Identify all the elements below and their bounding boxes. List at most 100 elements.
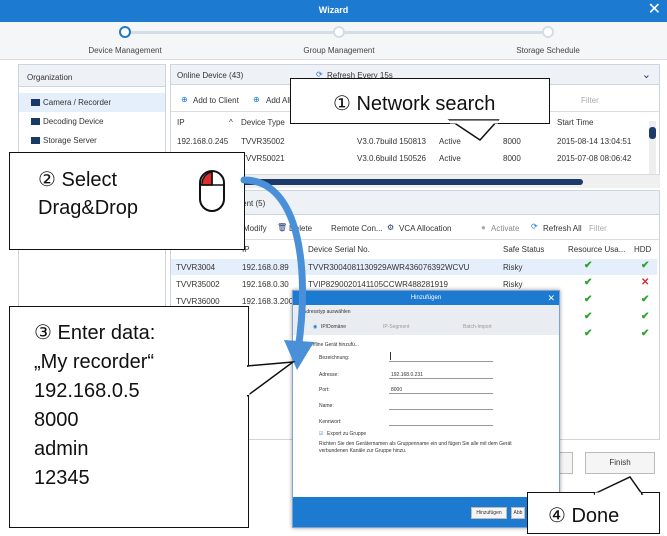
dialog-title: Hinzufügen — [293, 291, 559, 305]
cell-resource-usage: ✔ — [584, 260, 593, 271]
step-dot-group-management[interactable] — [333, 26, 345, 38]
dialog-close-icon[interactable]: ✕ — [547, 291, 555, 305]
organization-title: Organization — [19, 65, 165, 87]
cell-safe-status: Risky — [503, 280, 523, 289]
refresh-all-icon: ⟳ — [531, 222, 538, 231]
cell-resource-usage: ✔ — [584, 294, 593, 305]
cell-hdd: ✔ — [641, 260, 650, 271]
camera-icon — [31, 99, 40, 106]
step-dot-device-management[interactable] — [119, 26, 131, 38]
mouse-left-click-icon — [199, 170, 225, 212]
export-checkbox[interactable]: ☑ — [319, 431, 323, 437]
refresh-all-button[interactable]: Refresh All — [543, 224, 582, 233]
step-label-storage-schedule: Storage Schedule — [516, 46, 580, 55]
cell-resource-usage: ✔ — [584, 311, 593, 322]
cell-name: TVVR36000 — [176, 297, 220, 306]
add-all-icon: ⊕ — [253, 95, 260, 104]
address-underline — [389, 378, 493, 379]
network-search-pointer — [447, 119, 500, 141]
remote-config-button[interactable]: Remote Con... — [331, 224, 383, 233]
close-icon[interactable]: ✕ — [648, 1, 661, 19]
callout-network-search: ① Network search — [290, 78, 550, 124]
cell-type: TVVR35002 — [241, 137, 285, 146]
org-item-storage-server[interactable]: Storage Server — [19, 131, 165, 150]
decoder-icon — [31, 118, 40, 125]
callout-done: ④ Done — [527, 492, 660, 534]
col-safe-status[interactable]: Safe Status — [503, 245, 544, 254]
callout-network-search-text: ① Network search — [333, 93, 496, 115]
callout-select-text: ② Select — [38, 169, 118, 191]
callout-enter-line: 12345 — [34, 467, 90, 489]
drag-arrow — [240, 176, 314, 370]
org-item-label: Decoding Device — [43, 117, 104, 126]
export-group-label: Export zu Gruppe — [327, 431, 367, 437]
radio-segment-label[interactable]: IP-Segment — [383, 324, 409, 330]
enter-data-pointer — [247, 361, 296, 397]
col-resource-usage[interactable]: Resource Usa... — [568, 245, 625, 254]
dialog-add-button[interactable]: Hinzufügen — [471, 507, 507, 519]
cell-status: Active — [439, 154, 461, 163]
add-all-button[interactable]: Add All — [266, 96, 291, 105]
online-device-title: Online Device (43) — [177, 71, 244, 80]
step-dot-storage-schedule[interactable] — [542, 26, 554, 38]
col-hdd[interactable]: HDD — [634, 245, 651, 254]
add-to-client-button[interactable]: Add to Client — [193, 96, 239, 105]
step-connector — [125, 31, 333, 34]
callout-enter-data: ③ Enter data: „My recorder“ 192.168.0.5 … — [9, 306, 249, 528]
cell-serial: TVVR3004081130929AWR436076392WCVU — [308, 263, 470, 272]
wizard-stepper: Device Management Group Management Stora… — [0, 22, 667, 60]
activate-button[interactable]: Activate — [491, 224, 519, 233]
org-item-label: Storage Server — [43, 136, 97, 145]
cell-name: TVVR35002 — [176, 280, 220, 289]
online-filter-input[interactable]: Filter — [581, 96, 599, 105]
add-device-dialog: Hinzufügen ✕ Adresstyp auswählen ◉ IP/Do… — [292, 290, 560, 528]
callout-enter-line: „My recorder“ — [34, 351, 155, 373]
vca-allocation-button[interactable]: VCA Allocation — [399, 224, 451, 233]
cell-resource-usage: ✔ — [584, 277, 593, 288]
step-label-device-management: Device Management — [88, 46, 162, 55]
callout-enter-line: ③ Enter data: — [34, 322, 156, 344]
label-password: Kennwort: — [319, 419, 342, 425]
cell-ip: 192.168.0.245 — [177, 137, 229, 146]
callout-dragdrop-text: Drag&Drop — [38, 197, 139, 219]
radio-batch-label[interactable]: Batch-Import — [463, 324, 492, 330]
mgmt-filter-input[interactable]: Filter — [589, 224, 607, 233]
cell-firmware: V3.0.7build 150813 — [357, 137, 426, 146]
org-item-decoding-device[interactable]: Decoding Device — [19, 112, 165, 131]
callout-select-dragdrop: ② Select Drag&Drop — [9, 152, 245, 250]
vertical-scrollbar[interactable] — [649, 121, 656, 177]
cell-hdd: ✕ — [641, 277, 650, 288]
cell-time: 2015-08-14 13:04:51 — [557, 137, 632, 146]
storage-icon — [31, 137, 40, 144]
col-ip[interactable]: IP — [177, 118, 185, 127]
table-row[interactable]: 192.168.0.245 TVVR35002 V3.0.7build 1508… — [171, 133, 651, 149]
text-cursor — [390, 352, 391, 360]
col-start-time[interactable]: Start Time — [557, 118, 593, 127]
gear-icon: ⚙ — [387, 223, 395, 232]
input-user[interactable] — [389, 409, 493, 410]
export-hint: Richten Sie den Geräternamen als Gruppen… — [319, 441, 512, 454]
callout-enter-line: admin — [34, 438, 89, 460]
activate-icon: ● — [481, 223, 486, 232]
input-name[interactable] — [389, 361, 493, 362]
add-icon: ⊕ — [181, 95, 188, 104]
cell-port: 8000 — [503, 154, 521, 163]
callout-enter-line: 192.168.0.5 — [34, 380, 140, 402]
dialog-cancel-button[interactable]: Abb — [511, 507, 525, 519]
sort-up-icon[interactable]: ^ — [229, 118, 233, 127]
col-device-type[interactable]: Device Type — [241, 118, 285, 127]
done-pointer — [593, 476, 644, 496]
cell-hdd: ✔ — [641, 328, 650, 339]
callout-done-text: ④ Done — [548, 505, 620, 527]
cell-firmware: V3.0.6build 150526 — [357, 154, 426, 163]
org-item-camera-recorder[interactable]: Camera / Recorder — [19, 93, 165, 112]
finish-button[interactable]: Finish — [585, 452, 655, 474]
label-user: Name: — [319, 403, 334, 409]
collapse-icon[interactable]: ⌄ — [642, 68, 651, 81]
step-label-group-management: Group Management — [303, 46, 375, 55]
org-item-label: Camera / Recorder — [43, 98, 112, 107]
input-password[interactable] — [389, 425, 493, 426]
cell-hdd: ✔ — [641, 294, 650, 305]
cell-time: 2015-07-08 08:06:42 — [557, 154, 632, 163]
title-bar: Wizard ✕ — [0, 0, 667, 22]
